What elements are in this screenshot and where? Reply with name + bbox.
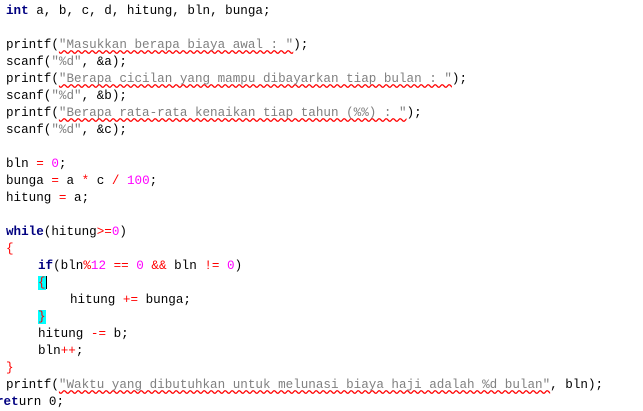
operator: ++ bbox=[60, 344, 76, 358]
code-line-1: int a, b, c, d, hitung, bln, bunga; bbox=[6, 3, 271, 20]
return-tail: urn 0; bbox=[18, 395, 65, 409]
identifier: bln bbox=[166, 259, 205, 273]
string-literal: "%d" bbox=[51, 89, 82, 103]
identifier: a; bbox=[66, 191, 90, 205]
brace-close-highlighted: } bbox=[38, 310, 46, 324]
identifier: bunga bbox=[6, 174, 52, 188]
call: printf( bbox=[6, 378, 59, 392]
code-line-5: printf("Berapa cicilan yang mampu dibaya… bbox=[6, 71, 467, 88]
code-line-19: } bbox=[38, 309, 46, 326]
code-line-3: printf("Masukkan berapa biaya awal : "); bbox=[6, 37, 308, 54]
brace-open: { bbox=[6, 242, 14, 256]
code-line-10: bln = 0; bbox=[6, 156, 66, 173]
semicolon: ; bbox=[75, 344, 84, 358]
string-literal: "Berapa cicilan yang mampu dibayarkan ti… bbox=[58, 72, 452, 86]
keyword-if: if bbox=[38, 259, 54, 273]
string-literal: "Berapa rata-rata kenaikan tiap tahun (%… bbox=[58, 106, 407, 120]
identifier: bln bbox=[38, 344, 61, 358]
code-line-4: scanf("%d", &a); bbox=[6, 54, 127, 71]
call: printf( bbox=[6, 72, 59, 86]
operator: >= bbox=[96, 225, 112, 239]
identifier: b; bbox=[106, 327, 129, 341]
code-line-12: hitung = a; bbox=[6, 190, 89, 207]
operator: += bbox=[122, 293, 139, 307]
operator: == bbox=[113, 259, 129, 273]
call-end: , &a); bbox=[81, 55, 127, 69]
identifier: bln bbox=[6, 157, 37, 171]
keyword-int: int bbox=[6, 4, 29, 18]
code-line-22: } bbox=[6, 360, 14, 377]
brace-close: } bbox=[6, 361, 14, 375]
operator: = bbox=[36, 157, 44, 171]
call-end: , &b); bbox=[81, 89, 127, 103]
code-line-17: { bbox=[38, 275, 47, 292]
identifier: bunga; bbox=[138, 293, 191, 307]
number-literal: 12 bbox=[90, 259, 107, 273]
call-end: , bln); bbox=[550, 378, 604, 392]
code-line-24: return 0; bbox=[0, 394, 64, 411]
identifier: hitung bbox=[70, 293, 123, 307]
string-literal: "Masukkan berapa biaya awal : " bbox=[58, 38, 294, 52]
operator: = bbox=[51, 174, 59, 188]
code-line-16: if(bln%12 == 0 && bln != 0) bbox=[38, 258, 242, 275]
number-literal: 0 bbox=[227, 259, 235, 273]
call: scanf( bbox=[6, 55, 52, 69]
code-line-6: scanf("%d", &b); bbox=[6, 88, 127, 105]
call-end: , &c); bbox=[81, 123, 127, 137]
text-caret bbox=[45, 276, 47, 290]
paren: ) bbox=[234, 259, 243, 273]
condition: (hitung bbox=[43, 225, 97, 239]
call: printf( bbox=[6, 38, 59, 52]
identifier: hitung bbox=[38, 327, 91, 341]
code-editor[interactable]: int a, b, c, d, hitung, bln, bunga; prin… bbox=[0, 0, 643, 409]
string-literal: "Waktu yang dibutuhkan untuk melunasi bi… bbox=[58, 378, 551, 392]
keyword-return: ret bbox=[0, 395, 19, 409]
code-line-23: printf("Waktu yang dibutuhkan untuk melu… bbox=[6, 377, 603, 394]
identifier: a bbox=[58, 174, 82, 188]
code-line-15: { bbox=[6, 241, 14, 258]
number-literal: 0 bbox=[136, 259, 144, 273]
semicolon: ; bbox=[58, 157, 67, 171]
code-line-21: bln++; bbox=[38, 343, 83, 360]
identifier: c bbox=[89, 174, 112, 188]
operator: && bbox=[151, 259, 167, 273]
call: scanf( bbox=[6, 123, 52, 137]
number-literal: 0 bbox=[51, 157, 59, 171]
string-literal: "%d" bbox=[51, 123, 82, 137]
code-line-14: while(hitung>=0) bbox=[6, 224, 127, 241]
call: scanf( bbox=[6, 89, 52, 103]
code-line-11: bunga = a * c / 100; bbox=[6, 173, 157, 190]
code-line-18: hitung += bunga; bbox=[70, 292, 191, 309]
call-end: ); bbox=[406, 106, 422, 120]
code-line-20: hitung -= b; bbox=[38, 326, 129, 343]
operator: % bbox=[83, 259, 91, 273]
operator: != bbox=[204, 259, 220, 273]
string-literal: "%d" bbox=[51, 55, 82, 69]
identifier: hitung bbox=[6, 191, 59, 205]
keyword-while: while bbox=[6, 225, 44, 239]
paren: ) bbox=[119, 225, 127, 239]
call: printf( bbox=[6, 106, 59, 120]
number-literal: 100 bbox=[126, 174, 150, 188]
declaration: a, b, c, d, hitung, bln, bunga; bbox=[28, 4, 271, 18]
call-end: ); bbox=[451, 72, 468, 86]
code-line-8: scanf("%d", &c); bbox=[6, 122, 127, 139]
code-line-7: printf("Berapa rata-rata kenaikan tiap t… bbox=[6, 105, 422, 122]
semicolon: ; bbox=[149, 174, 158, 188]
condition: (bln bbox=[53, 259, 84, 273]
operator: -= bbox=[90, 327, 107, 341]
call-end: ); bbox=[293, 38, 309, 52]
brace-open-highlighted: { bbox=[38, 276, 46, 290]
